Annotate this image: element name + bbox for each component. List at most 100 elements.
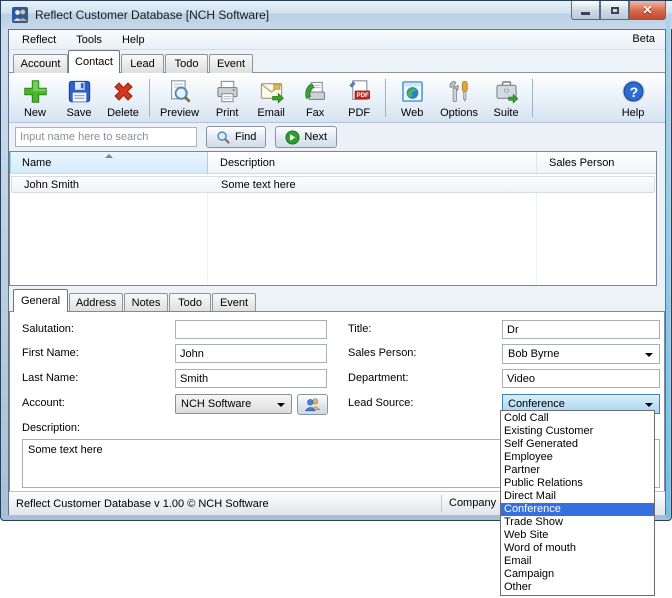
tab-contact[interactable]: Contact	[68, 50, 120, 73]
menu-tools[interactable]: Tools	[66, 30, 112, 49]
print-button[interactable]: Print	[205, 75, 249, 121]
fax-phone-icon	[302, 78, 329, 105]
web-button[interactable]: Web	[390, 75, 434, 121]
status-divider	[441, 495, 442, 512]
table-header: Name Description Sales Person	[10, 152, 656, 174]
dropdown-option[interactable]: Public Relations	[501, 477, 654, 490]
dropdown-option[interactable]: Employee	[501, 451, 654, 464]
account-combo[interactable]: NCH Software	[175, 394, 292, 414]
new-plus-icon	[22, 78, 49, 105]
dropdown-option[interactable]: Self Generated	[501, 438, 654, 451]
description-label: Description:	[22, 422, 80, 434]
tab-address[interactable]: Address	[69, 293, 123, 312]
dropdown-option[interactable]: Campaign	[501, 568, 654, 581]
column-header-description[interactable]: Description	[208, 152, 537, 173]
sales-person-combo[interactable]: Bob Byrne	[502, 344, 660, 364]
tab-event-detail[interactable]: Event	[212, 293, 256, 312]
new-button[interactable]: New	[13, 75, 57, 121]
find-magnifier-icon	[216, 130, 231, 145]
app-icon	[12, 7, 28, 23]
menu-help[interactable]: Help	[112, 30, 155, 49]
tab-account[interactable]: Account	[13, 54, 68, 73]
dropdown-option[interactable]: Other	[501, 581, 654, 594]
dropdown-option-selected[interactable]: Conference	[501, 503, 654, 516]
delete-button[interactable]: Delete	[101, 75, 145, 121]
main-tab-strip: Account Contact Lead Todo Event	[9, 50, 665, 73]
email-button[interactable]: Email	[249, 75, 293, 121]
save-floppy-icon	[66, 78, 93, 105]
maximize-icon	[611, 7, 619, 14]
contacts-people-icon	[304, 397, 322, 412]
toolbar-separator	[149, 79, 150, 117]
toolbar: New Save Delete Preview Print Email	[9, 73, 665, 123]
chevron-down-icon	[645, 403, 653, 407]
first-name-label: First Name:	[22, 347, 79, 359]
table-row[interactable]: John Smith Some text here	[11, 176, 655, 193]
delete-x-icon	[110, 78, 137, 105]
close-icon: ✕	[642, 4, 652, 16]
email-envelope-icon	[258, 78, 285, 105]
cell-name: John Smith	[12, 179, 209, 191]
tab-todo-detail[interactable]: Todo	[169, 293, 211, 312]
maximize-button[interactable]	[600, 1, 629, 20]
dropdown-option[interactable]: Word of mouth	[501, 542, 654, 555]
svg-text:PDF: PDF	[356, 93, 368, 99]
cell-description: Some text here	[209, 179, 538, 191]
preview-button[interactable]: Preview	[154, 75, 205, 121]
toolbar-separator	[385, 79, 386, 117]
help-button[interactable]: ? Help	[611, 75, 655, 121]
title-bar[interactable]: Reflect Customer Database [NCH Software]…	[1, 1, 672, 29]
pdf-button[interactable]: PDF PDF	[337, 75, 381, 121]
search-row: Find Next	[9, 123, 665, 151]
dropdown-option[interactable]: Cold Call	[501, 412, 654, 425]
suite-button[interactable]: Suite	[484, 75, 528, 121]
table-body: John Smith Some text here	[10, 174, 656, 285]
minimize-button[interactable]	[571, 1, 600, 20]
svg-text:?: ?	[629, 84, 638, 100]
tab-event[interactable]: Event	[209, 54, 253, 73]
dropdown-option[interactable]: Direct Mail	[501, 490, 654, 503]
sort-ascending-icon	[105, 154, 113, 158]
title-field[interactable]	[502, 320, 660, 339]
tab-general[interactable]: General	[13, 289, 68, 312]
web-globe-icon	[399, 78, 426, 105]
minimize-icon	[581, 12, 590, 15]
beta-label: Beta	[632, 33, 655, 45]
dropdown-option[interactable]: Trade Show	[501, 516, 654, 529]
save-button[interactable]: Save	[57, 75, 101, 121]
menu-reflect[interactable]: Reflect	[12, 30, 66, 49]
close-button[interactable]: ✕	[629, 1, 666, 20]
dropdown-option[interactable]: Partner	[501, 464, 654, 477]
dropdown-option[interactable]: Existing Customer	[501, 425, 654, 438]
detail-tab-strip: General Address Notes Todo Event	[9, 289, 665, 312]
fax-button[interactable]: Fax	[293, 75, 337, 121]
tab-lead[interactable]: Lead	[121, 54, 164, 73]
chevron-down-icon	[277, 403, 285, 407]
dropdown-option[interactable]: Email	[501, 555, 654, 568]
dropdown-option[interactable]: Web Site	[501, 529, 654, 542]
first-name-field[interactable]	[175, 344, 327, 363]
search-input[interactable]	[15, 127, 197, 147]
last-name-label: Last Name:	[22, 372, 78, 384]
last-name-field[interactable]	[175, 369, 327, 388]
preview-magnifier-document-icon	[166, 78, 193, 105]
find-button[interactable]: Find	[206, 126, 266, 148]
menu-bar: Reflect Tools Help Beta	[9, 30, 665, 50]
status-version-text: Reflect Customer Database v 1.00 © NCH S…	[16, 498, 269, 510]
department-field[interactable]	[502, 369, 660, 388]
column-header-sales-person[interactable]: Sales Person	[537, 152, 656, 173]
options-tools-icon	[446, 78, 473, 105]
printer-icon	[214, 78, 241, 105]
department-label: Department:	[348, 372, 409, 384]
options-button[interactable]: Options	[434, 75, 484, 121]
help-question-icon: ?	[620, 78, 647, 105]
tab-todo[interactable]: Todo	[165, 54, 208, 73]
tab-notes[interactable]: Notes	[124, 293, 168, 312]
salutation-label: Salutation:	[22, 323, 74, 335]
next-button[interactable]: Next	[275, 126, 337, 148]
lead-source-dropdown-list: Cold Call Existing Customer Self Generat…	[500, 410, 655, 596]
account-lookup-button[interactable]	[297, 394, 328, 415]
column-header-name[interactable]: Name	[10, 152, 208, 173]
chevron-down-icon	[645, 353, 653, 357]
salutation-field[interactable]	[175, 320, 327, 339]
